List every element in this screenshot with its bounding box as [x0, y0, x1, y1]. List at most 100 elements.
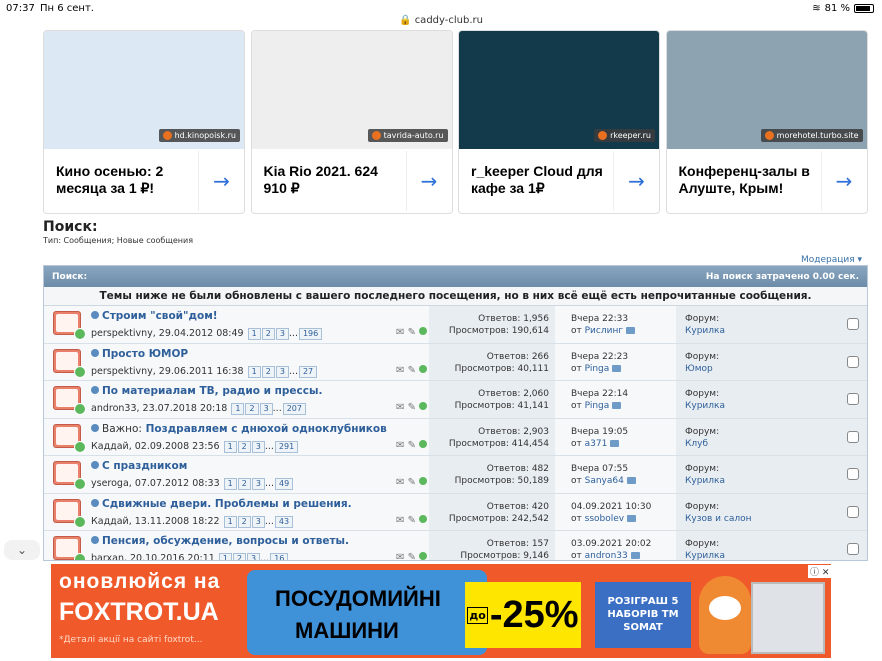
- topic-title[interactable]: По материалам ТВ, радио и прессы.: [102, 385, 322, 397]
- page-link[interactable]: 3: [275, 328, 289, 340]
- page-link[interactable]: 3: [251, 440, 265, 453]
- go-to-post-icon[interactable]: [626, 327, 636, 334]
- arrow-right-icon[interactable]: →: [820, 151, 867, 211]
- page-link[interactable]: 1: [247, 328, 261, 340]
- topic-author[interactable]: perspektivny: [91, 366, 153, 377]
- select-checkbox[interactable]: [847, 505, 859, 518]
- ad-close-button[interactable]: ⓘ ✕: [808, 565, 880, 578]
- ad-card[interactable]: rkeeper.ru r_keeper Cloud для кафе за 1₽ →: [458, 30, 660, 214]
- banner-product-line2: МАШИНИ: [295, 618, 399, 643]
- select-checkbox[interactable]: [847, 543, 859, 555]
- arrow-right-icon[interactable]: →: [613, 151, 659, 211]
- new-post-icon[interactable]: [91, 311, 99, 319]
- topic-title[interactable]: Просто ЮМОР: [102, 348, 188, 360]
- go-to-post-icon[interactable]: [626, 477, 636, 484]
- new-post-icon[interactable]: [91, 536, 99, 544]
- page-link[interactable]: 3: [251, 478, 265, 490]
- page-link[interactable]: 49: [275, 478, 294, 490]
- topic-title[interactable]: Сдвижные двери. Проблемы и решения.: [102, 498, 352, 510]
- last-post-from-label: от: [571, 401, 582, 411]
- go-to-post-icon[interactable]: [612, 402, 622, 409]
- moderation-dropdown[interactable]: Модерация ▾: [801, 255, 862, 265]
- ad-card[interactable]: morehotel.turbo.site Конференц-залы в Алу…: [665, 30, 868, 214]
- page-link[interactable]: 2: [261, 328, 275, 340]
- page-link[interactable]: 2: [245, 403, 259, 415]
- ad-banner[interactable]: оновлюйся на FOXTROT.UA *Деталі акції на…: [0, 561, 882, 661]
- select-checkbox[interactable]: [847, 468, 859, 480]
- topic-meta: Каддай, 02.09.2008 23:56 1 2 3... 291: [91, 440, 299, 453]
- last-post-user[interactable]: Sanya64: [585, 476, 624, 486]
- topic-title[interactable]: Пенсия, обсуждение, вопросы и ответы.: [102, 535, 349, 547]
- go-to-post-icon[interactable]: [612, 364, 622, 372]
- select-checkbox[interactable]: [847, 355, 859, 368]
- page-link[interactable]: 207: [282, 403, 306, 415]
- ad-card[interactable]: tavrida-auto.ru Kia Rio 2021. 624 910 ₽ →: [250, 30, 453, 214]
- page-link[interactable]: 1: [247, 365, 261, 378]
- address-bar[interactable]: 🔒 caddy-club.ru: [0, 15, 882, 26]
- page-link[interactable]: 1: [223, 478, 237, 490]
- new-post-icon[interactable]: [91, 348, 99, 357]
- source-icon: [162, 131, 172, 140]
- topic-title[interactable]: С праздником: [102, 460, 187, 472]
- page-link[interactable]: 1: [223, 440, 237, 453]
- page-link[interactable]: 27: [298, 365, 318, 378]
- forum-link[interactable]: Курилка: [685, 400, 867, 412]
- topic-author[interactable]: yseroga: [91, 478, 129, 489]
- results-rows: Строим "свой"дом! perspektivny, 29.04.201…: [44, 306, 867, 561]
- arrow-right-icon[interactable]: →: [198, 151, 244, 211]
- last-post-user[interactable]: andron33: [585, 551, 628, 560]
- topic-author[interactable]: perspektivny: [91, 328, 153, 339]
- page-link[interactable]: 43: [274, 515, 294, 528]
- topic-author[interactable]: andron33: [91, 403, 137, 414]
- page-link[interactable]: 1: [218, 553, 232, 560]
- topic-icons: ✉ ✎: [396, 327, 428, 338]
- topic-author[interactable]: Каддай: [91, 441, 129, 452]
- last-post-user[interactable]: Рислинг: [585, 326, 623, 336]
- topic-author[interactable]: Каддай: [91, 516, 129, 527]
- page-link[interactable]: 2: [232, 553, 247, 560]
- topic-date: 20.10.2016 20:11: [130, 553, 215, 561]
- ad-card[interactable]: hd.kinopoisk.ru Кино осенью: 2 месяца за …: [43, 30, 245, 214]
- last-post-user[interactable]: Pinga: [585, 401, 610, 411]
- page-link[interactable]: 16: [270, 553, 289, 560]
- forum-link[interactable]: Курилка: [685, 475, 867, 487]
- arrow-right-icon[interactable]: →: [405, 151, 452, 211]
- forum-link[interactable]: Курилка: [685, 550, 867, 560]
- select-checkbox[interactable]: [847, 318, 859, 330]
- select-checkbox[interactable]: [847, 393, 859, 405]
- go-to-post-icon[interactable]: [630, 552, 640, 559]
- page-link[interactable]: 3: [247, 553, 261, 560]
- page-link[interactable]: 291: [274, 440, 299, 453]
- forum-link[interactable]: Клуб: [685, 438, 867, 450]
- page-link[interactable]: 3: [275, 365, 289, 378]
- last-post-user[interactable]: a371: [585, 439, 608, 449]
- forum-link[interactable]: Юмор: [685, 363, 867, 375]
- page-link[interactable]: 2: [237, 515, 251, 528]
- page-link[interactable]: 1: [223, 515, 237, 528]
- go-to-post-icon[interactable]: [610, 439, 620, 447]
- select-checkbox[interactable]: [847, 430, 859, 443]
- last-post-user[interactable]: ssobolev: [585, 514, 624, 524]
- topic-title[interactable]: Строим "свой"дом!: [102, 310, 218, 322]
- page-link[interactable]: 3: [259, 403, 273, 415]
- page-link[interactable]: 196: [298, 328, 323, 340]
- views-count: Просмотров: 190,614: [448, 326, 549, 336]
- forum-link[interactable]: Курилка: [685, 325, 867, 337]
- topic-title[interactable]: Поздравляем с днюхой одноклубников: [146, 423, 387, 435]
- scroll-down-button[interactable]: ⌄: [4, 540, 40, 560]
- page-link[interactable]: 3: [251, 515, 265, 528]
- new-post-icon[interactable]: [91, 461, 99, 469]
- new-post-icon[interactable]: [91, 498, 99, 507]
- foxtrot-ad[interactable]: оновлюйся на FOXTROT.UA *Деталі акції на…: [51, 564, 831, 658]
- new-post-icon[interactable]: [91, 386, 99, 394]
- page-link[interactable]: 2: [261, 365, 275, 378]
- last-post-user[interactable]: Pinga: [585, 364, 610, 374]
- new-post-icon[interactable]: [91, 423, 99, 432]
- page-link[interactable]: 1: [231, 403, 245, 415]
- forum-link[interactable]: Кузов и салон: [685, 513, 867, 525]
- topic-author[interactable]: barxan: [91, 553, 124, 560]
- page-link[interactable]: 2: [237, 440, 251, 453]
- topic-cell: С праздником yseroga, 07.07.2012 08:33 12…: [44, 456, 429, 493]
- page-link[interactable]: 2: [237, 478, 251, 490]
- go-to-post-icon[interactable]: [627, 514, 637, 522]
